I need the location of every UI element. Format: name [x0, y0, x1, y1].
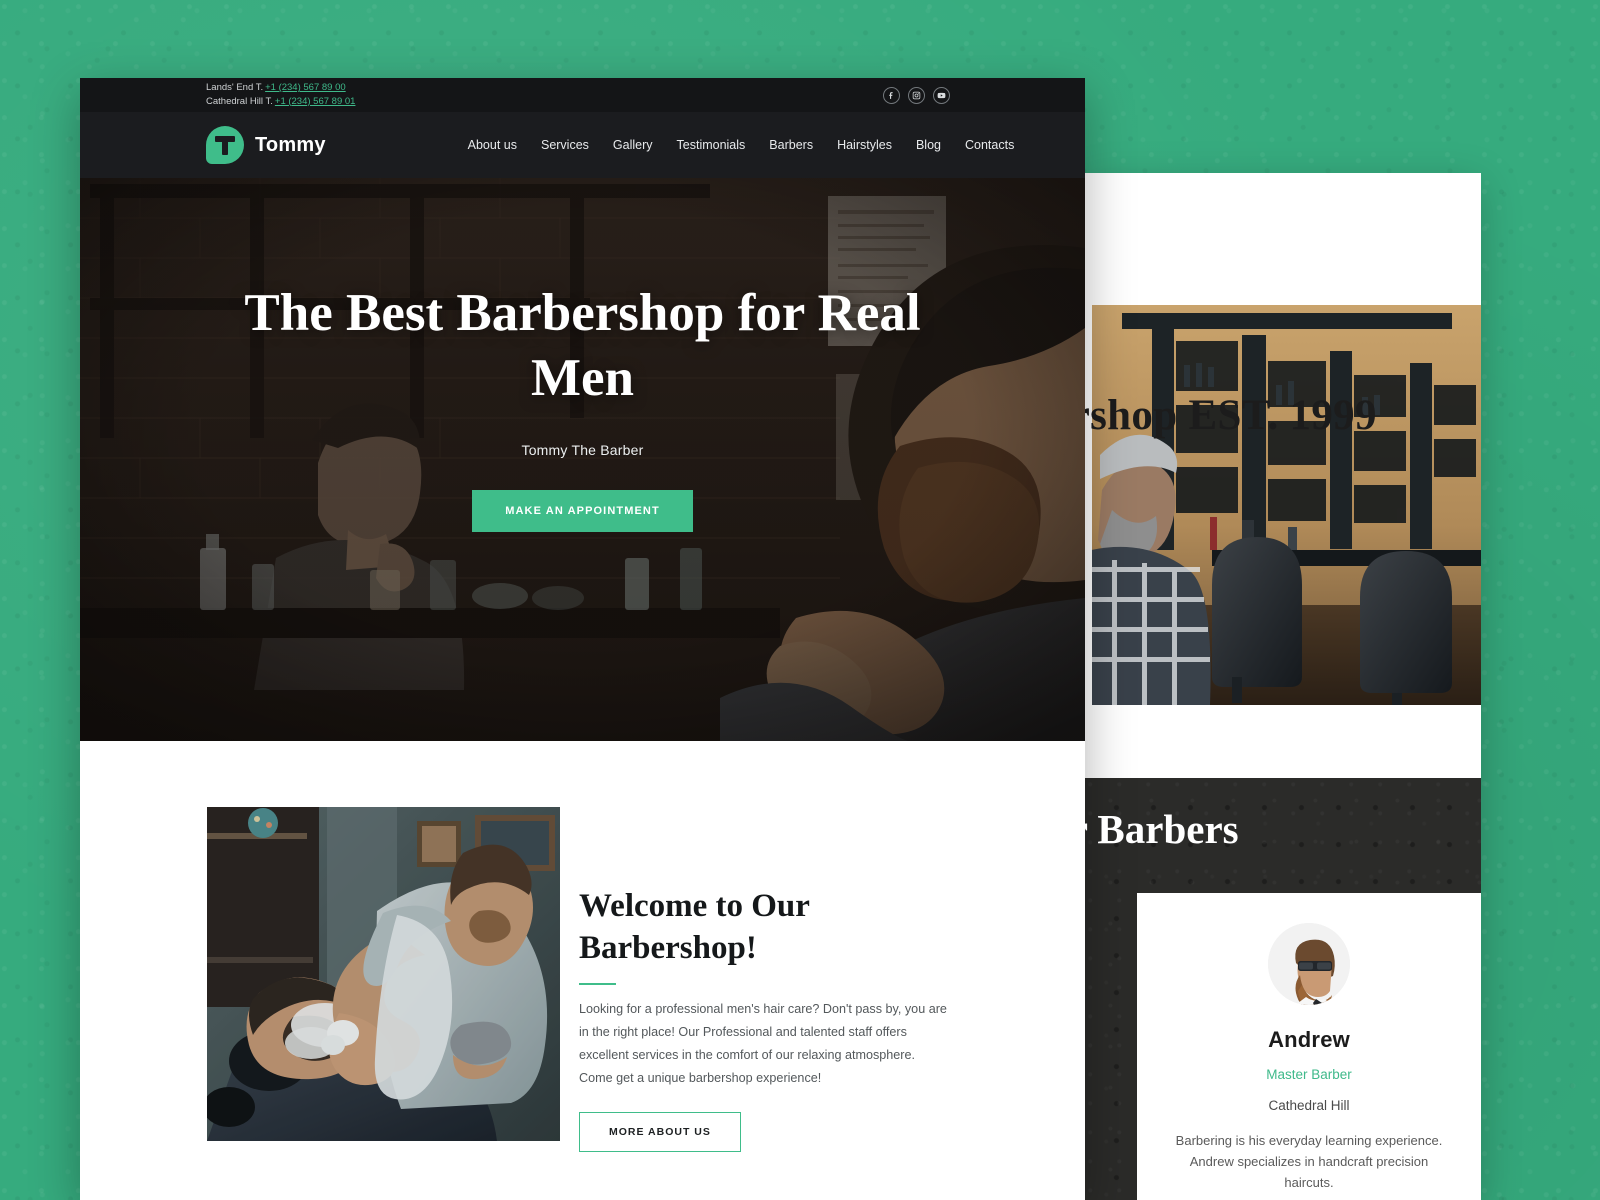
nav-item-services[interactable]: Services	[541, 138, 589, 152]
phone-link-lands-end[interactable]: +1 (234) 567 89 00	[265, 82, 346, 93]
contact-label: Lands' End T.	[206, 82, 264, 94]
main-page-panel: Lands' End T. +1 (234) 567 89 00 Cathedra…	[80, 78, 1085, 1200]
about-body: Looking for a professional men's hair ca…	[579, 1002, 947, 1086]
nav-item-gallery[interactable]: Gallery	[613, 138, 653, 152]
brand[interactable]: Tommy	[206, 126, 326, 164]
barber-name: Andrew	[1268, 1027, 1350, 1052]
nav-item-hairstyles[interactable]: Hairstyles	[837, 138, 892, 152]
phone-link-cathedral-hill[interactable]: +1 (234) 567 89 01	[275, 96, 356, 107]
barber-card[interactable]: Andrew Master Barber Cathedral Hill Barb…	[1137, 893, 1481, 1200]
nav-item-blog[interactable]: Blog	[916, 138, 941, 152]
hero-subtitle: Tommy The Barber	[521, 442, 644, 459]
instagram-icon[interactable]	[908, 87, 925, 104]
about-section: Welcome to Our Barbershop! Looking for a…	[80, 741, 1085, 1153]
barber-role: Master Barber	[1266, 1067, 1352, 1082]
contact-lines: Lands' End T. +1 (234) 567 89 00 Cathedra…	[206, 82, 355, 108]
nav-item-about-us[interactable]: About us	[468, 138, 517, 152]
contact-label: Cathedral Hill T.	[206, 95, 273, 107]
hero-content: The Best Barbershop for Real Men Tommy T…	[80, 281, 1085, 533]
contact-line-cathedral-hill: Cathedral Hill T. +1 (234) 567 89 01	[206, 96, 355, 108]
about-text: Welcome to Our Barbershop! Looking for a…	[579, 807, 951, 1153]
more-about-us-button[interactable]: MORE ABOUT US	[579, 1112, 741, 1153]
make-appointment-button[interactable]: MAKE AN APPOINTMENT	[472, 490, 693, 533]
nav-item-testimonials[interactable]: Testimonials	[677, 138, 746, 152]
topbar: Lands' End T. +1 (234) 567 89 00 Cathedra…	[80, 78, 1085, 112]
accent-rule	[579, 983, 616, 986]
main-nav: About us Services Gallery Testimonials B…	[468, 138, 1015, 152]
about-title: Welcome to Our Barbershop!	[579, 888, 810, 967]
hero-section: The Best Barbershop for Real Men Tommy T…	[80, 178, 1085, 741]
barber-location: Cathedral Hill	[1268, 1098, 1350, 1113]
nav-item-contacts[interactable]: Contacts	[965, 138, 1014, 152]
contact-line-lands-end: Lands' End T. +1 (234) 567 89 00	[206, 82, 355, 94]
site-header: Tommy About us Services Gallery Testimon…	[80, 112, 1085, 178]
nav-item-barbers[interactable]: Barbers	[769, 138, 813, 152]
est-heading: Barbershop EST. 1999	[1085, 392, 1377, 439]
second-page-panel: Barbershop EST. 1999 Our Barbers An	[1085, 173, 1481, 1200]
barbershop-interior-photo	[1092, 305, 1481, 705]
social-links	[883, 87, 950, 104]
youtube-icon[interactable]	[933, 87, 950, 104]
brand-name: Tommy	[255, 133, 326, 156]
avatar	[1268, 923, 1350, 1005]
barber-bio: Barbering is his everyday learning exper…	[1175, 1133, 1443, 1191]
facebook-icon[interactable]	[883, 87, 900, 104]
about-photo	[207, 807, 560, 1141]
barbers-heading: Our Barbers	[1085, 806, 1239, 852]
tommy-logo-icon	[206, 126, 244, 164]
hero-title: The Best Barbershop for Real Men	[244, 284, 921, 408]
